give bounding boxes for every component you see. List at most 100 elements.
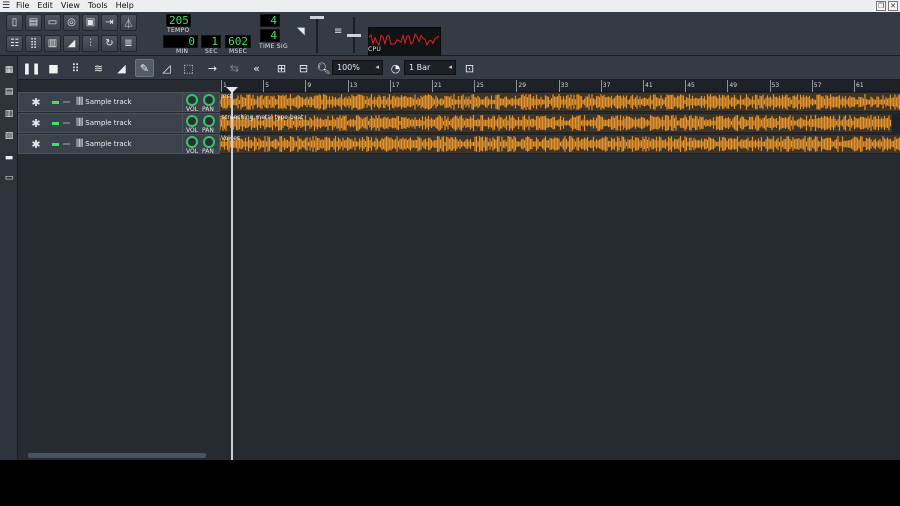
beat-editor-icon[interactable]: ⣿ xyxy=(25,35,42,52)
master-volume-knob[interactable] xyxy=(310,16,324,19)
pause-icon[interactable]: ❚❚ xyxy=(22,59,41,77)
solo-toggle[interactable] xyxy=(63,122,70,124)
ruler-label: 13 xyxy=(349,82,358,89)
solo-toggle[interactable] xyxy=(63,101,70,103)
instrument-plugins-icon[interactable]: ▦ xyxy=(3,64,15,76)
solo-toggle[interactable] xyxy=(63,143,70,145)
open-project-icon[interactable]: ▭ xyxy=(44,14,61,31)
knife-mode-icon[interactable]: ◿ xyxy=(157,59,176,77)
stop-behaviour-icon[interactable]: « xyxy=(247,59,266,77)
sample-clip[interactable]: screeching metal type beat xyxy=(220,114,892,132)
mixer-icon[interactable]: ⫶ xyxy=(82,35,99,52)
track-name[interactable]: Sample track xyxy=(85,119,131,127)
time-sec-display[interactable]: 1 xyxy=(201,35,221,48)
ruler-label: 5 xyxy=(265,82,270,89)
presets-icon[interactable]: ▥ xyxy=(3,108,15,120)
time-msec-display[interactable]: 602 xyxy=(225,35,251,48)
zoom-select[interactable]: 100% ◂ xyxy=(332,60,383,75)
time-sig-denominator[interactable]: 4 xyxy=(260,29,280,42)
draw-mode-icon[interactable]: ✎ xyxy=(135,59,154,77)
master-volume-slider[interactable] xyxy=(316,17,318,53)
menu-help[interactable]: Help xyxy=(112,0,138,12)
volume-knob[interactable] xyxy=(186,136,198,148)
volume-knob[interactable] xyxy=(186,115,198,127)
horizontal-scrollbar[interactable] xyxy=(28,453,206,458)
ruler-tick xyxy=(811,80,813,92)
ruler-tick xyxy=(685,80,687,92)
time-sig-numerator[interactable]: 4 xyxy=(260,14,280,27)
track-knobs: VOL PAN xyxy=(183,92,220,113)
ruler-tick xyxy=(474,80,476,92)
sample-track-icon: ⫼⫼ xyxy=(76,97,83,107)
menu-view[interactable]: View xyxy=(57,0,84,12)
proportional-snap-icon[interactable]: ⊡ xyxy=(460,59,479,77)
track-header[interactable]: ✱ ⫼⫼ Sample track xyxy=(18,134,183,154)
auto-scroll-icon[interactable]: → xyxy=(203,59,222,77)
vol-label: VOL xyxy=(186,148,199,155)
home-icon[interactable]: ▧ xyxy=(3,130,15,142)
track-name[interactable]: Sample track xyxy=(85,140,131,148)
waveform xyxy=(220,94,900,110)
ruler-tick xyxy=(854,80,855,92)
timeline-ruler[interactable]: 1 5 9 13 17 21 25 29 33 37 41 45 49 53 57 61 xyxy=(220,80,900,92)
project-notes-icon[interactable]: ≣ xyxy=(120,35,137,52)
new-project-icon[interactable]: ▯ xyxy=(6,14,23,31)
pan-label: PAN xyxy=(202,106,214,113)
sample-clip[interactable]: Voices xyxy=(220,135,900,153)
volume-knob[interactable] xyxy=(186,94,198,106)
metronome-icon[interactable]: ⏃ xyxy=(120,14,137,31)
pan-knob[interactable] xyxy=(203,136,215,148)
ruler-label: 45 xyxy=(687,82,695,89)
save-icon[interactable]: ▣ xyxy=(82,14,99,31)
project-files-icon[interactable]: ▤ xyxy=(3,86,15,98)
recent-projects-icon[interactable]: ◎ xyxy=(63,14,80,31)
restore-icon[interactable]: ❐ xyxy=(876,1,886,11)
master-pitch-knob[interactable] xyxy=(347,34,361,37)
pan-knob[interactable] xyxy=(203,94,215,106)
automation-editor-icon[interactable]: ◢ xyxy=(63,35,80,52)
ruler-tick xyxy=(305,80,307,92)
add-automation-track-icon[interactable]: ◢ xyxy=(112,59,131,77)
insert-bar-icon[interactable]: ⊞ xyxy=(272,59,291,77)
gear-icon[interactable]: ✱ xyxy=(29,138,43,151)
computer-icon[interactable]: ▭ xyxy=(3,172,15,184)
tempo-display[interactable]: 205 xyxy=(166,14,191,27)
track-lane[interactable]: Voices xyxy=(220,134,900,154)
ruler-label: 9 xyxy=(307,82,312,89)
snap-select[interactable]: 1 Bar ◂ xyxy=(404,60,456,75)
gear-icon[interactable]: ✱ xyxy=(29,117,43,130)
track-header[interactable]: ✱ ⫼⫼ Sample track xyxy=(18,113,183,133)
remove-bar-icon[interactable]: ⊟ xyxy=(294,59,313,77)
track-lane[interactable]: screeching metal type beat xyxy=(220,113,900,133)
ruler-label: 33 xyxy=(560,82,569,89)
export-icon[interactable]: ⇥ xyxy=(101,14,118,31)
loop-points-icon[interactable]: ⇆ xyxy=(225,59,244,77)
mute-toggle[interactable] xyxy=(52,121,59,125)
track-lane[interactable]: Inst xyxy=(220,92,900,112)
time-min-display[interactable]: 0 xyxy=(163,35,198,48)
mute-toggle[interactable] xyxy=(52,100,59,104)
close-icon[interactable]: ✕ xyxy=(888,1,898,11)
menu-tools[interactable]: Tools xyxy=(84,0,112,12)
track-name[interactable]: Sample track xyxy=(85,98,131,106)
song-editor-icon[interactable]: ☷ xyxy=(6,35,23,52)
new-from-template-icon[interactable]: ▤ xyxy=(25,14,42,31)
mute-toggle[interactable] xyxy=(52,142,59,146)
root-directory-icon[interactable]: ▬ xyxy=(3,152,15,164)
gear-icon[interactable]: ✱ xyxy=(29,96,43,109)
menu-file[interactable]: File xyxy=(12,0,33,12)
ruler-tick xyxy=(263,80,265,92)
add-beat-track-icon[interactable]: ⠿ xyxy=(66,59,85,77)
controller-rack-icon[interactable]: ↻ xyxy=(101,35,118,52)
add-sample-track-icon[interactable]: ≋ xyxy=(89,59,108,77)
select-mode-icon[interactable]: ⬚ xyxy=(179,59,198,77)
stop-icon[interactable]: ■ xyxy=(44,59,63,77)
pan-knob[interactable] xyxy=(203,115,215,127)
song-editor: 1 5 9 13 17 21 25 29 33 37 41 45 49 53 57 61 ✱ ⫼⫼ Sampl… xyxy=(18,80,900,460)
menu-edit[interactable]: Edit xyxy=(33,0,57,12)
sample-clip[interactable]: Inst xyxy=(220,93,900,111)
app-menu-icon[interactable]: ☰ xyxy=(0,0,12,12)
pan-label: PAN xyxy=(202,148,214,155)
track-header[interactable]: ✱ ⫼⫼ Sample track xyxy=(18,92,183,112)
piano-roll-icon[interactable]: ▥ xyxy=(44,35,61,52)
